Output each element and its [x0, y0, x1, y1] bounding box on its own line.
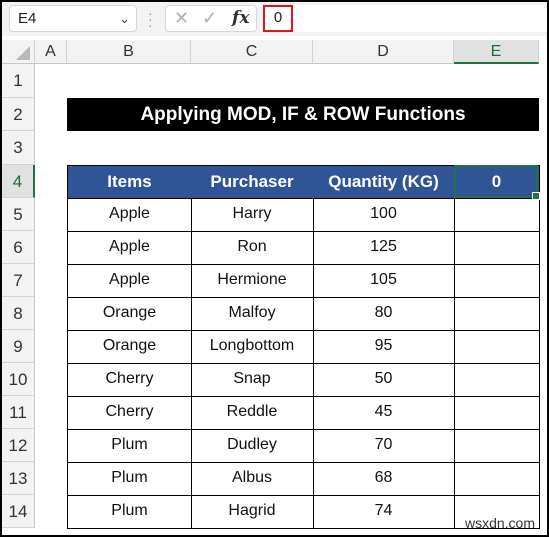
table-cell[interactable]: Hagrid — [191, 495, 314, 529]
table-cell[interactable] — [454, 198, 540, 232]
table-cell[interactable]: 95 — [313, 330, 455, 364]
column-header-d[interactable]: D — [313, 40, 454, 64]
name-box-value: E4 — [18, 10, 37, 27]
table-cell[interactable] — [454, 297, 540, 331]
name-box[interactable]: E4 ⌄ — [9, 5, 137, 32]
row-header-5[interactable]: 5 — [2, 198, 35, 231]
table-cell[interactable]: 80 — [313, 297, 455, 331]
row-header-12[interactable]: 12 — [2, 429, 35, 462]
table-cell[interactable]: 125 — [313, 231, 455, 265]
select-all-icon — [16, 46, 30, 60]
watermark: wsxdn.com — [464, 515, 535, 531]
row-header-6[interactable]: 6 — [2, 231, 35, 264]
table-cell[interactable]: Plum — [67, 429, 192, 463]
row-header-13[interactable]: 13 — [2, 462, 35, 495]
table-cell[interactable]: Cherry — [67, 396, 192, 430]
table-cell[interactable]: 74 — [313, 495, 455, 529]
cancel-icon[interactable]: ✕ — [174, 8, 189, 29]
table-cell[interactable]: Apple — [67, 264, 192, 298]
table-cell[interactable]: Apple — [67, 231, 192, 265]
row-header-14[interactable]: 14 — [2, 495, 35, 528]
table-header-cell[interactable]: Quantity (KG) — [313, 165, 455, 199]
table-cell[interactable]: Albus — [191, 462, 314, 496]
table-cell[interactable] — [454, 429, 540, 463]
sheet-title: Applying MOD, IF & ROW Functions — [67, 98, 539, 131]
table-cell[interactable]: 45 — [313, 396, 455, 430]
table-cell[interactable] — [454, 231, 540, 265]
formula-buttons: ✕ ✓ fx — [165, 5, 257, 32]
table-cell[interactable]: Plum — [67, 462, 192, 496]
column-header-e[interactable]: E — [454, 40, 539, 64]
table-cell[interactable]: Orange — [67, 330, 192, 364]
table-cell[interactable]: Ron — [191, 231, 314, 265]
table-cell[interactable]: Orange — [67, 297, 192, 331]
table-cell[interactable]: 68 — [313, 462, 455, 496]
table-cell[interactable] — [454, 363, 540, 397]
table-cell[interactable]: Harry — [191, 198, 314, 232]
formula-bar: E4 ⌄ · · · ✕ ✓ fx 0 — [2, 2, 547, 36]
column-header-b[interactable]: B — [67, 40, 191, 64]
table-cell[interactable]: Apple — [67, 198, 192, 232]
table-cell[interactable]: 70 — [313, 429, 455, 463]
active-cell-selection[interactable] — [454, 165, 540, 200]
enter-icon[interactable]: ✓ — [202, 8, 217, 29]
select-all-button[interactable] — [2, 40, 35, 64]
excel-window: E4 ⌄ · · · ✕ ✓ fx 0 ABCDE 1 2 3 4 5 6 7 8 9 10 11 12 1… — [2, 2, 547, 535]
table-cell[interactable]: Snap — [191, 363, 314, 397]
table-cell[interactable] — [454, 462, 540, 496]
row-header-2[interactable]: 2 — [2, 98, 35, 131]
table-cell[interactable] — [454, 330, 540, 364]
row-header-4[interactable]: 4 — [2, 165, 35, 198]
table-cell[interactable]: Plum — [67, 495, 192, 529]
drag-handle-icon[interactable]: · · · — [148, 6, 153, 32]
row-header-7[interactable]: 7 — [2, 264, 35, 297]
table-cell[interactable]: Reddle — [191, 396, 314, 430]
table-cell[interactable]: 100 — [313, 198, 455, 232]
row-header-10[interactable]: 10 — [2, 363, 35, 396]
table-cell[interactable]: 50 — [313, 363, 455, 397]
table-header-cell[interactable]: Items — [67, 165, 192, 199]
table-cell[interactable]: Cherry — [67, 363, 192, 397]
formula-value-highlight: 0 — [263, 5, 293, 32]
table-cell[interactable]: 105 — [313, 264, 455, 298]
table-cell[interactable] — [454, 396, 540, 430]
table-cell[interactable] — [454, 264, 540, 298]
row-header-9[interactable]: 9 — [2, 330, 35, 363]
table-cell[interactable]: Dudley — [191, 429, 314, 463]
insert-function-icon[interactable]: fx — [232, 8, 249, 28]
row-header-3[interactable]: 3 — [2, 131, 35, 165]
formula-input[interactable]: 0 — [263, 5, 547, 32]
table-cell[interactable]: Hermione — [191, 264, 314, 298]
chevron-down-icon[interactable]: ⌄ — [119, 6, 130, 31]
row-header-8[interactable]: 8 — [2, 297, 35, 330]
table-cell[interactable]: Longbottom — [191, 330, 314, 364]
row-header-11[interactable]: 11 — [2, 396, 35, 429]
column-header-a[interactable]: A — [35, 40, 67, 64]
column-header-c[interactable]: C — [191, 40, 313, 64]
table-cell[interactable]: Malfoy — [191, 297, 314, 331]
row-header-1[interactable]: 1 — [2, 64, 35, 98]
table-header-cell[interactable]: Purchaser — [191, 165, 314, 199]
fill-handle[interactable] — [532, 192, 540, 200]
